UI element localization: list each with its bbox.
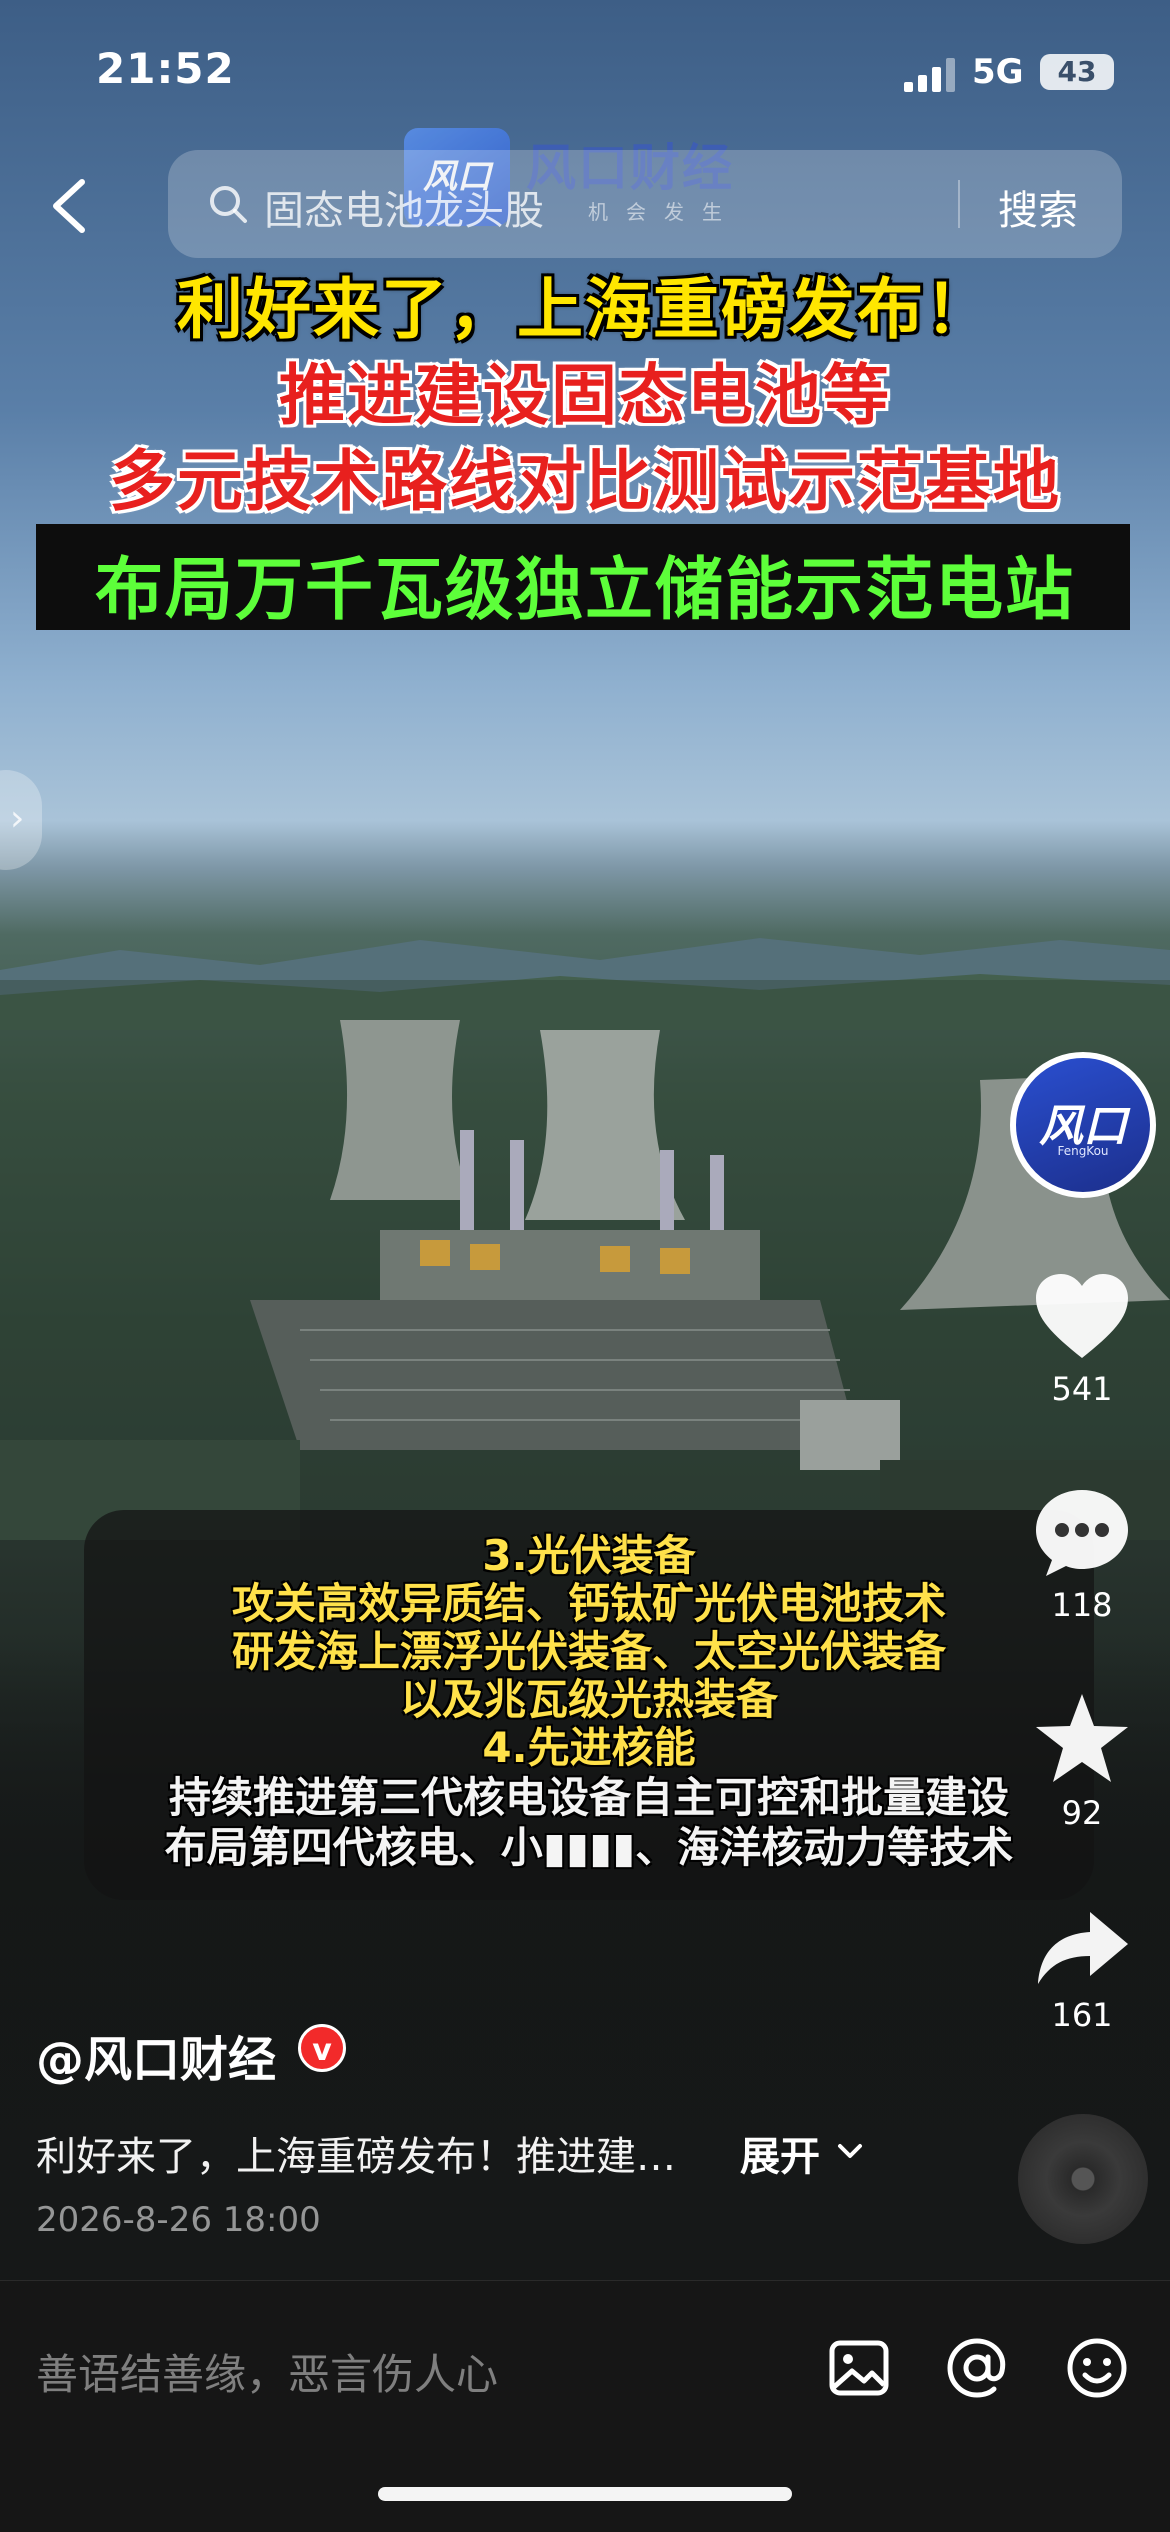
chevron-right-icon: ›: [10, 798, 25, 839]
network-type: 5G: [972, 52, 1024, 92]
favorite-button[interactable]: 92: [1020, 1690, 1144, 1832]
comment-button[interactable]: 118: [1020, 1486, 1144, 1624]
comment-input[interactable]: 善语结善缘，恶言伤人心: [36, 2341, 498, 2402]
share-button[interactable]: 161: [1020, 1908, 1144, 2034]
post-date: 2026-8-26 18:00: [36, 2200, 321, 2240]
headline-line-2: 推进建设固态电池等: [279, 357, 891, 434]
chevron-down-icon[interactable]: [836, 2140, 864, 2162]
like-count: 541: [1051, 1370, 1113, 1408]
subtitle-line: 4.先进核能: [482, 1723, 696, 1772]
share-count: 161: [1051, 1996, 1113, 2034]
subtitle-line: 布局第四代核电、小▮▮▮▮、海洋核动力等技术: [164, 1823, 1014, 1872]
emoji-smile-icon[interactable]: [1064, 2335, 1130, 2401]
status-bar: 21:52 5G 43: [0, 0, 1170, 140]
search-button[interactable]: 搜索: [998, 178, 1078, 236]
headline-line-3: 多元技术路线对比测试示范基地: [109, 443, 1061, 520]
power-plant-scene: [0, 980, 1170, 1540]
back-chevron-icon[interactable]: [46, 176, 90, 236]
home-indicator[interactable]: [378, 2487, 792, 2501]
subtitle-line: 攻关高效异质结、钙钛矿光伏电池技术: [231, 1579, 946, 1628]
favorite-count: 92: [1061, 1794, 1103, 1832]
avatar-logo-subtext: FengKou: [1057, 1144, 1109, 1158]
watermark-slogan: 机会发生: [588, 200, 740, 224]
search-query[interactable]: 固态电池龙头股: [264, 178, 544, 236]
status-time: 21:52: [96, 44, 235, 93]
author-name[interactable]: @风口财经: [36, 2020, 276, 2090]
subtitle-line: 研发海上漂浮光伏装备、太空光伏装备: [231, 1627, 946, 1676]
search-icon: [210, 186, 247, 223]
subtitle-line: 3.光伏装备: [482, 1531, 696, 1580]
headline-line-1: 利好来了，上海重磅发布！: [177, 271, 993, 348]
subtitle-line: 持续推进第三代核电设备自主可控和批量建设: [168, 1773, 1009, 1822]
star-icon: [1036, 1694, 1128, 1782]
comment-bar: 善语结善缘，恶言伤人心: [0, 2280, 1170, 2532]
music-disc-icon[interactable]: [1018, 2114, 1148, 2244]
battery-icon: 43: [1040, 54, 1114, 90]
headline-line-4: 布局万千瓦级独立储能示范电站: [94, 551, 1075, 630]
like-button[interactable]: 541: [1020, 1272, 1144, 1408]
share-arrow-icon: [1038, 1912, 1128, 1984]
post-description[interactable]: 利好来了，上海重磅发布！推进建…: [36, 2124, 676, 2182]
search-divider: [958, 180, 960, 228]
verified-badge-icon: v: [298, 2024, 346, 2072]
subtitle-line: 以及兆瓦级光热装备: [399, 1675, 778, 1724]
heart-icon: [1036, 1274, 1128, 1358]
comment-count: 118: [1051, 1586, 1113, 1624]
author-avatar[interactable]: 风口 FengKou: [1010, 1052, 1156, 1198]
cellular-signal-icon: [904, 58, 955, 92]
comment-bubble-icon: [1036, 1490, 1128, 1576]
expand-button[interactable]: 展开: [740, 2124, 820, 2182]
mention-at-icon[interactable]: [944, 2335, 1010, 2401]
image-icon[interactable]: [826, 2335, 892, 2401]
